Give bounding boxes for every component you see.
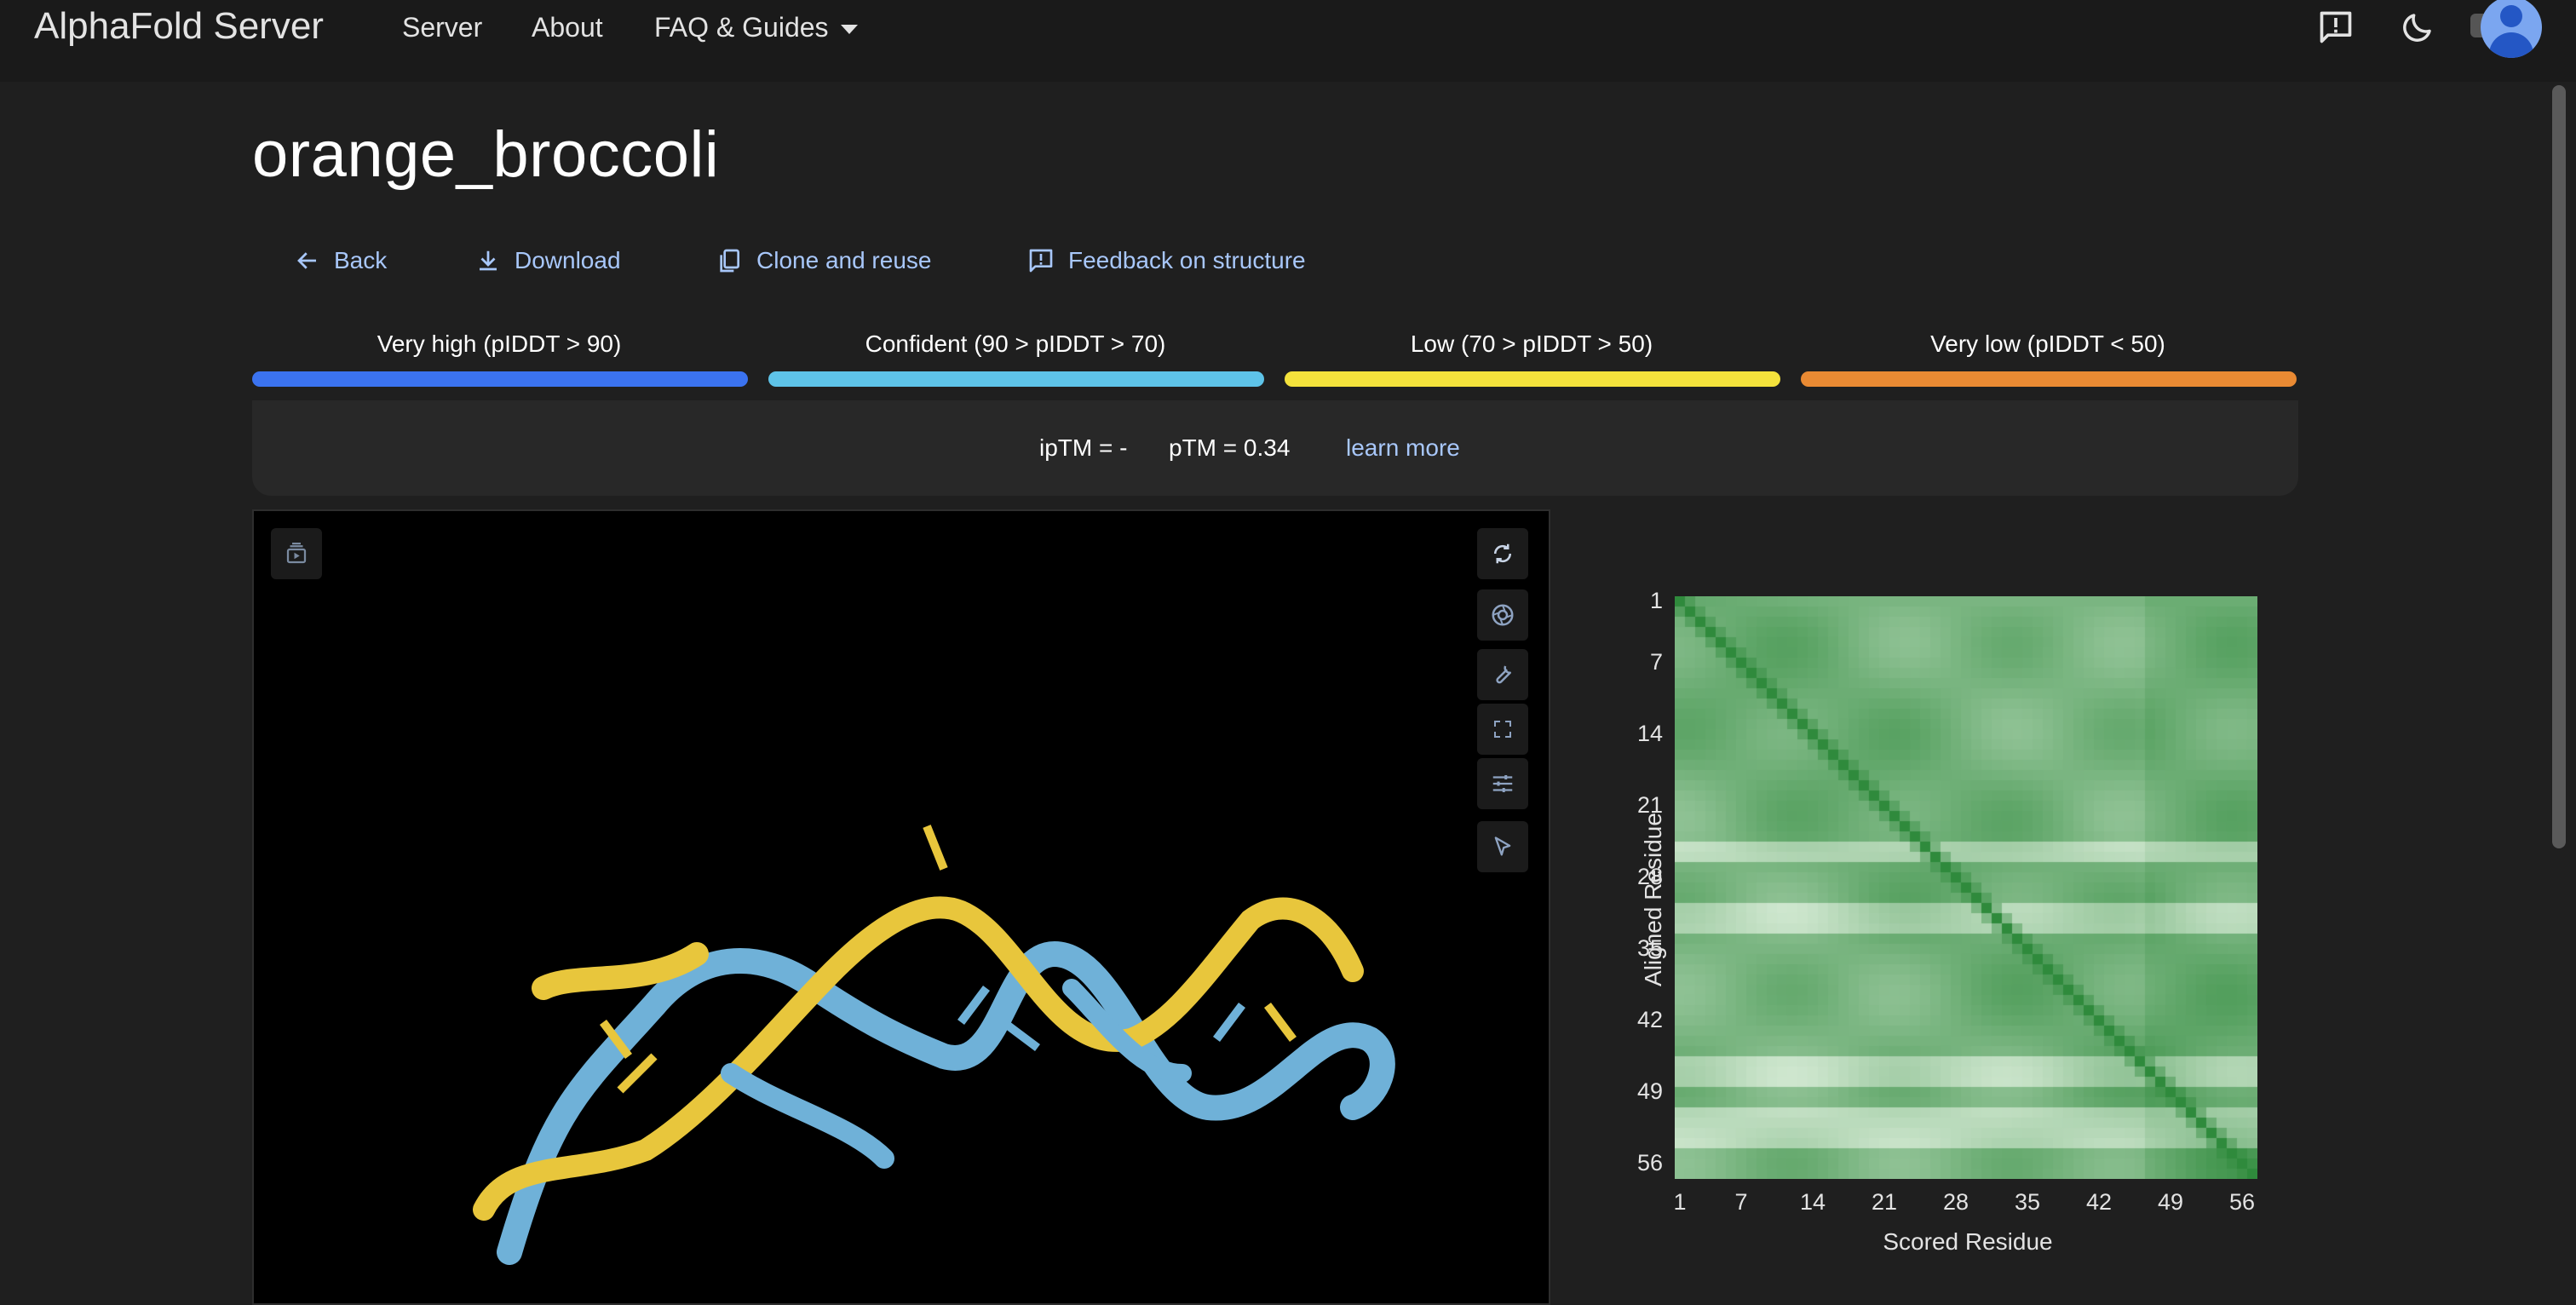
base-stem-3 [1001,1019,1040,1051]
plddt-confident-bar [768,371,1264,387]
pae-y-tick: 49 [1636,1078,1663,1104]
pae-heatmap[interactable] [1675,596,2257,1179]
pae-x-axis-label: Scored Residue [1883,1228,2053,1255]
page-title: orange_broccoli [252,118,720,191]
copy-icon [720,249,739,273]
ptm-value: pTM = 0.34 [1169,434,1291,461]
base-stem-6 [1264,1003,1297,1042]
pae-x-tick: 21 [1871,1189,1898,1215]
account-avatar[interactable] [2481,0,2542,58]
feedback-icon [1029,249,1053,273]
feedback-label: Feedback on structure [1068,247,1306,273]
pae-x-tick: 35 [2014,1189,2041,1215]
structure-viewer[interactable] [252,509,1550,1305]
pae-y-tick: 1 [1649,588,1663,613]
strand-a-segment-1 [721,1063,894,1169]
plddt-very-low-label: Very low (pIDDT < 50) [1930,331,2165,357]
brand-logo[interactable]: AlphaFold Server [34,5,324,48]
base-stem-2 [957,986,990,1025]
nav-about[interactable]: About [532,12,603,43]
pae-x-tick: 42 [2085,1189,2113,1215]
feedback-on-structure-button[interactable]: Feedback on structure [1027,244,1306,278]
nav-faq-guides[interactable]: FAQ & Guides [654,12,858,43]
pae-x-tick: 56 [2228,1189,2256,1215]
plddt-low-label: Low (70 > pIDDT > 50) [1410,331,1653,357]
rna-structure-model[interactable] [254,511,1549,1303]
back-button[interactable]: Back [295,244,387,278]
download-button[interactable]: Download [475,244,621,278]
clone-and-reuse-button[interactable]: Clone and reuse [716,244,931,278]
base-stem-7 [1213,1003,1245,1042]
pae-x-tick: 28 [1942,1189,1969,1215]
confidence-metrics-panel: ipTM = - pTM = 0.34 learn more [252,400,2298,496]
plddt-very-high-label: Very high (pIDDT > 90) [377,331,622,357]
pae-x-tick: 7 [1734,1189,1748,1215]
top-app-bar: AlphaFold Server Server About FAQ & Guid… [0,0,2576,82]
pae-y-tick: 7 [1649,649,1663,675]
pae-x-tick: 1 [1673,1189,1687,1215]
pae-y-tick: 14 [1636,721,1663,746]
avatar-shoulders [2489,32,2533,58]
back-label: Back [334,247,388,273]
pae-y-axis-label: Aligned Residue [1639,813,1666,986]
nav-server[interactable]: Server [402,12,482,43]
dropdown-caret-icon [840,25,858,35]
report-feedback-icon[interactable] [2315,7,2356,48]
plddt-very-high-bar [252,371,748,387]
dark-mode-icon[interactable] [2397,7,2438,48]
backbone-strand-a [497,940,1395,1265]
nav-faq-label: FAQ & Guides [654,12,829,43]
base-stem-5 [617,1053,658,1094]
base-stem-1 [923,825,948,871]
plddt-confident-label: Confident (90 > pIDDT > 70) [865,331,1166,357]
avatar-head [2500,5,2522,27]
plddt-very-low-bar [1801,371,2297,387]
iptm-value: ipTM = - [1039,434,1128,461]
learn-more-link[interactable]: learn more [1346,434,1460,462]
pae-x-tick: 49 [2157,1189,2184,1215]
plddt-low-bar [1285,371,1780,387]
arrow-back-icon [297,252,316,269]
pae-x-tick: 14 [1799,1189,1826,1215]
download-icon [480,250,497,271]
pae-y-tick: 56 [1636,1150,1663,1176]
page-scrollbar[interactable] [2552,85,2566,848]
clone-label: Clone and reuse [756,247,932,273]
download-label: Download [515,247,621,273]
pae-y-tick: 42 [1636,1007,1663,1032]
